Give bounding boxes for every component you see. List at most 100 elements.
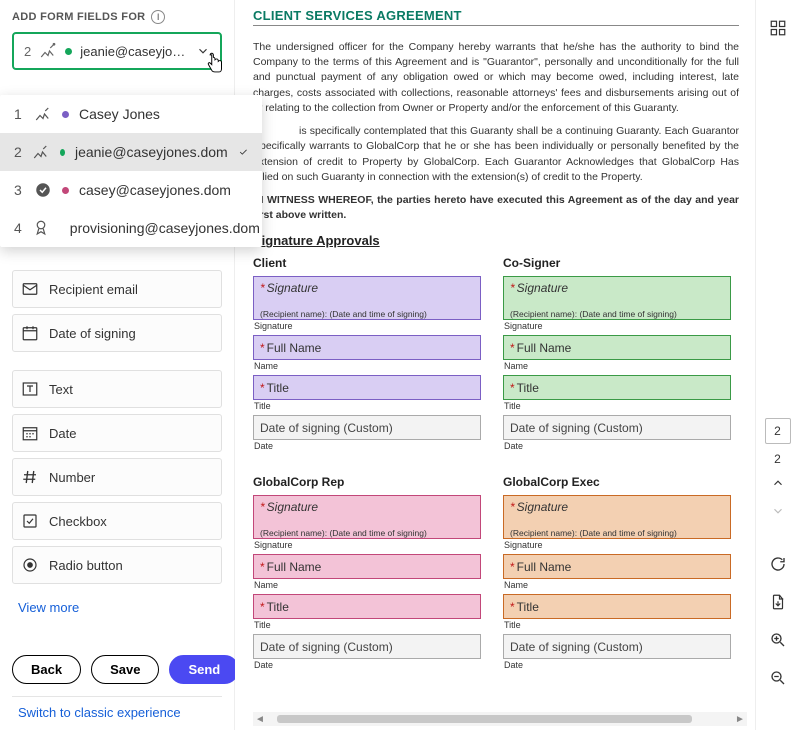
field-label: Checkbox: [49, 514, 107, 529]
dd-num: 3: [14, 182, 24, 198]
dd-num: 1: [14, 106, 24, 122]
field-label: Number: [49, 470, 95, 485]
title-field[interactable]: *Title: [253, 375, 481, 400]
info-icon[interactable]: i: [151, 10, 165, 24]
zoom-in-icon[interactable]: [760, 622, 796, 658]
dd-dot: [62, 187, 69, 194]
field-caption: Name: [254, 361, 481, 371]
panel-heading: ADD FORM FIELDS FOR i: [12, 10, 222, 24]
field-caption: Date: [254, 660, 481, 670]
doc-paragraph: IN WITNESS WHEREOF, the parties hereto h…: [253, 193, 739, 223]
dropdown-item-2[interactable]: 2 jeanie@caseyjones.dom: [0, 133, 262, 171]
role-label: Co-Signer: [503, 256, 731, 270]
signature-block: Co-Signer *Signature(Recipient name): (Da…: [503, 256, 731, 455]
text-icon: [21, 380, 39, 398]
signature-subline: (Recipient name): (Date and time of sign…: [503, 308, 731, 320]
back-button[interactable]: Back: [12, 655, 81, 684]
calendar-icon: [21, 324, 39, 342]
field-caption: Title: [254, 401, 481, 411]
title-field[interactable]: *Title: [503, 375, 731, 400]
doc-paragraph: is specifically contemplated that this G…: [253, 124, 739, 185]
doc-paragraph: The undersigned officer for the Company …: [253, 40, 739, 116]
date-field[interactable]: Date of signing (Custom): [253, 415, 481, 440]
dd-label: provisioning@caseyjones.dom: [70, 220, 260, 236]
dropdown-item-4[interactable]: 4 provisioning@caseyjones.dom: [0, 209, 262, 247]
fullname-field[interactable]: *Full Name: [253, 335, 481, 360]
dd-label: Casey Jones: [79, 106, 248, 122]
horizontal-scrollbar[interactable]: ◄ ►: [253, 712, 747, 726]
signature-block: GlobalCorp Rep*Signature(Recipient name)…: [253, 475, 481, 674]
field-label: Recipient email: [49, 282, 138, 297]
field-date-of-signing[interactable]: Date of signing: [12, 314, 222, 352]
date-field[interactable]: Date of signing (Custom): [503, 415, 731, 440]
dd-dot: [60, 149, 65, 156]
fullname-field[interactable]: *Full Name: [503, 554, 731, 579]
signature-subline: (Recipient name): (Date and time of sign…: [253, 308, 481, 320]
signature-field[interactable]: *Signature: [253, 495, 481, 527]
field-label: Text: [49, 382, 73, 397]
field-caption: Title: [504, 620, 731, 630]
scrollbar-thumb[interactable]: [277, 715, 692, 723]
field-date[interactable]: Date: [12, 414, 222, 452]
sign-icon: [32, 143, 50, 161]
field-caption: Date: [504, 441, 731, 451]
title-field[interactable]: *Title: [253, 594, 481, 619]
rotate-icon[interactable]: [760, 546, 796, 582]
field-radio[interactable]: Radio button: [12, 546, 222, 584]
approve-icon: [34, 181, 52, 199]
dd-dot: [62, 111, 69, 118]
signature-subline: (Recipient name): (Date and time of sign…: [503, 527, 731, 539]
field-caption: Title: [504, 401, 731, 411]
signature-field[interactable]: *Signature: [253, 276, 481, 308]
dropdown-item-1[interactable]: 1 Casey Jones: [0, 95, 262, 133]
dd-num: 2: [14, 144, 22, 160]
role-label: GlobalCorp Exec: [503, 475, 731, 489]
save-button[interactable]: Save: [91, 655, 159, 684]
field-label: Radio button: [49, 558, 123, 573]
sign-icon: [34, 105, 52, 123]
fullname-field[interactable]: *Full Name: [503, 335, 731, 360]
field-caption: Name: [254, 580, 481, 590]
fullname-field[interactable]: *Full Name: [253, 554, 481, 579]
dropdown-item-3[interactable]: 3 casey@caseyjones.dom: [0, 171, 262, 209]
doc-body: The undersigned officer for the Company …: [253, 40, 739, 223]
title-field[interactable]: *Title: [503, 594, 731, 619]
recipient-label: jeanie@caseyjon...: [80, 44, 188, 59]
field-caption: Date: [504, 660, 731, 670]
view-more-link[interactable]: View more: [12, 590, 222, 625]
right-toolbar: 2 2: [755, 0, 799, 730]
page-indicator: 2: [774, 452, 781, 466]
date-field[interactable]: Date of signing (Custom): [253, 634, 481, 659]
field-text[interactable]: Text: [12, 370, 222, 408]
number-icon: [21, 468, 39, 486]
field-caption: Signature: [504, 321, 731, 331]
scroll-left-icon[interactable]: ◄: [253, 714, 267, 725]
field-number[interactable]: Number: [12, 458, 222, 496]
signature-field[interactable]: *Signature: [503, 495, 731, 527]
signature-grid: Client*Signature(Recipient name): (Date …: [253, 256, 739, 674]
dd-num: 4: [14, 220, 22, 236]
recipient-dropdown: 1 Casey Jones 2 jeanie@caseyjones.dom 3 …: [0, 95, 262, 247]
page-count-box[interactable]: 2: [765, 418, 791, 444]
recipient-select[interactable]: 2 jeanie@caseyjon...: [12, 32, 222, 70]
dd-label: casey@caseyjones.dom: [79, 182, 248, 198]
date-field[interactable]: Date of signing (Custom): [503, 634, 731, 659]
send-button[interactable]: Send: [169, 655, 239, 684]
page-down-button[interactable]: [762, 498, 794, 524]
switch-classic-link[interactable]: Switch to classic experience: [12, 705, 222, 720]
email-icon: [21, 280, 39, 298]
field-checkbox[interactable]: Checkbox: [12, 502, 222, 540]
check-icon: [238, 145, 248, 159]
bottom-actions: Back Save Send: [12, 641, 222, 684]
field-recipient-email[interactable]: Recipient email: [12, 270, 222, 308]
grid-view-icon[interactable]: [760, 10, 796, 46]
zoom-out-icon[interactable]: [760, 660, 796, 696]
download-icon[interactable]: [760, 584, 796, 620]
field-caption: Title: [254, 620, 481, 630]
doc-title: CLIENT SERVICES AGREEMENT: [253, 8, 739, 23]
signature-field[interactable]: *Signature: [503, 276, 731, 308]
scroll-right-icon[interactable]: ►: [733, 714, 747, 725]
checkbox-icon: [21, 512, 39, 530]
recipient-color-dot: [65, 48, 72, 55]
page-up-button[interactable]: [762, 470, 794, 496]
